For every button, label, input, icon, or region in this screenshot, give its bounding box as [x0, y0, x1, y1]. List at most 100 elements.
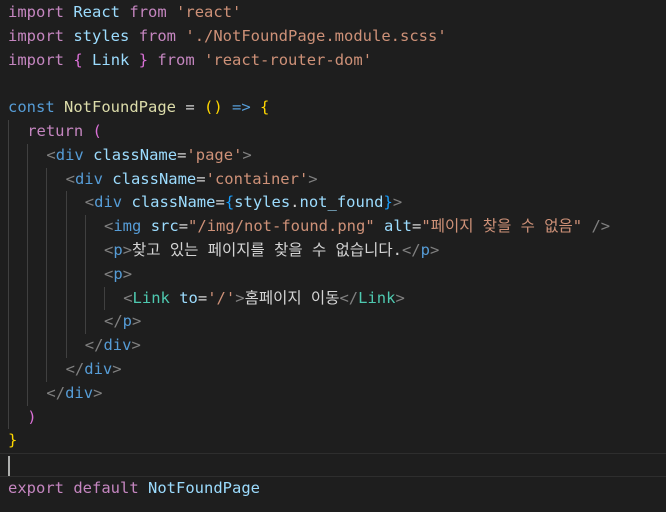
code-line[interactable]: </div>: [0, 381, 666, 406]
indent-guide: [46, 358, 48, 382]
code-token: div: [65, 383, 94, 402]
indent-guide: [65, 191, 67, 216]
code-token: const: [8, 98, 55, 117]
code-text: import styles from './NotFoundPage.modul…: [8, 25, 447, 49]
code-token: Link: [358, 288, 396, 307]
code-line[interactable]: import { Link } from 'react-router-dom': [0, 49, 666, 73]
indent-guide: [8, 215, 9, 239]
code-token: >: [429, 241, 440, 259]
code-token: div: [55, 145, 84, 164]
code-token: "/img/not-found.png": [188, 217, 375, 236]
code-line[interactable]: <img src="/img/not-found.png" alt="페이지 찾…: [0, 215, 666, 239]
indent-guide: [8, 239, 9, 263]
code-text: return (: [27, 120, 102, 144]
code-token: >: [242, 145, 252, 164]
indent-guide: [46, 215, 48, 239]
indent-guide: [84, 310, 86, 335]
code-line[interactable]: </div>: [0, 334, 666, 358]
code-line[interactable]: }: [0, 429, 666, 453]
indent-guide: [27, 310, 29, 335]
code-line[interactable]: import React from 'react': [0, 1, 666, 25]
code-text: <Link to='/'>홈페이지 이동</Link>: [123, 287, 405, 311]
indent-guide: [27, 286, 29, 311]
code-token: >: [112, 360, 122, 378]
indent-guide: [27, 381, 29, 406]
code-token: img: [113, 217, 142, 236]
code-text: </div>: [46, 382, 102, 406]
code-token: alt: [384, 217, 413, 236]
code-token: (: [92, 122, 102, 140]
code-token: '/': [207, 288, 236, 307]
code-line[interactable]: [0, 72, 666, 96]
code-line[interactable]: export default NotFoundPage: [0, 477, 666, 501]
code-token: }: [383, 193, 393, 212]
code-token: NotFoundPage: [64, 98, 176, 117]
indent-guide: [46, 286, 48, 311]
code-token: {: [260, 98, 270, 117]
code-line[interactable]: ): [0, 405, 666, 430]
text-cursor: [8, 456, 10, 477]
code-token: =: [197, 288, 208, 307]
indent-guide: [65, 239, 67, 263]
code-line[interactable]: [0, 453, 666, 477]
code-token: 홈페이지 이동: [244, 288, 340, 307]
code-line[interactable]: return (: [0, 120, 666, 144]
code-token: >: [395, 288, 405, 307]
code-token: div: [74, 169, 103, 188]
code-editor[interactable]: import React from 'react' import styles f…: [0, 0, 666, 512]
code-line[interactable]: import styles from './NotFoundPage.modul…: [0, 25, 666, 49]
code-text: <div className='page'>: [46, 144, 251, 168]
code-text: ): [27, 406, 36, 430]
code-token: .: [290, 193, 300, 212]
indent-guide: [8, 286, 9, 311]
indent-guide: [46, 310, 48, 335]
code-token: NotFoundPage: [148, 479, 260, 497]
indent-guide: [8, 381, 9, 406]
indent-guide: [8, 405, 9, 430]
code-text: </div>: [85, 334, 141, 358]
code-line[interactable]: <div className='container'>: [0, 167, 666, 192]
code-text: import { Link } from 'react-router-dom': [8, 49, 372, 73]
code-token: import: [8, 26, 64, 45]
code-token: from: [129, 3, 167, 21]
code-text: <div className={styles.not_found}>: [85, 191, 402, 215]
code-token: to: [179, 288, 198, 307]
code-token: export: [8, 479, 64, 497]
code-text: </div>: [66, 358, 122, 382]
code-token: </: [401, 241, 421, 259]
code-token: not_found: [299, 193, 384, 212]
indent-guide: [27, 334, 29, 358]
code-line[interactable]: <p>찾고 있는 페이지를 찾을 수 없습니다.</p>: [0, 239, 666, 263]
indent-guide: [65, 286, 67, 311]
code-token: styles: [234, 193, 291, 212]
indent-guide: [46, 191, 48, 216]
code-token: from: [138, 26, 177, 45]
code-token: (): [204, 98, 223, 117]
code-line[interactable]: </p>: [0, 310, 666, 335]
code-token: >: [308, 169, 318, 188]
indent-guide: [46, 334, 48, 358]
code-token: styles: [73, 26, 130, 45]
code-line[interactable]: </div>: [0, 358, 666, 382]
code-line[interactable]: const NotFoundPage = () => {: [0, 96, 666, 120]
code-line[interactable]: <Link to='/'>홈페이지 이동</Link>: [0, 286, 666, 311]
code-token: p: [113, 241, 123, 259]
indent-guide: [84, 215, 86, 239]
code-line[interactable]: <div className='page'>: [0, 143, 666, 168]
code-line[interactable]: <div className={styles.not_found}>: [0, 191, 666, 216]
code-token: div: [84, 360, 113, 378]
code-token: './NotFoundPage.module.scss': [185, 26, 447, 45]
code-line[interactable]: <p>: [0, 262, 666, 287]
code-token: className: [93, 145, 178, 164]
